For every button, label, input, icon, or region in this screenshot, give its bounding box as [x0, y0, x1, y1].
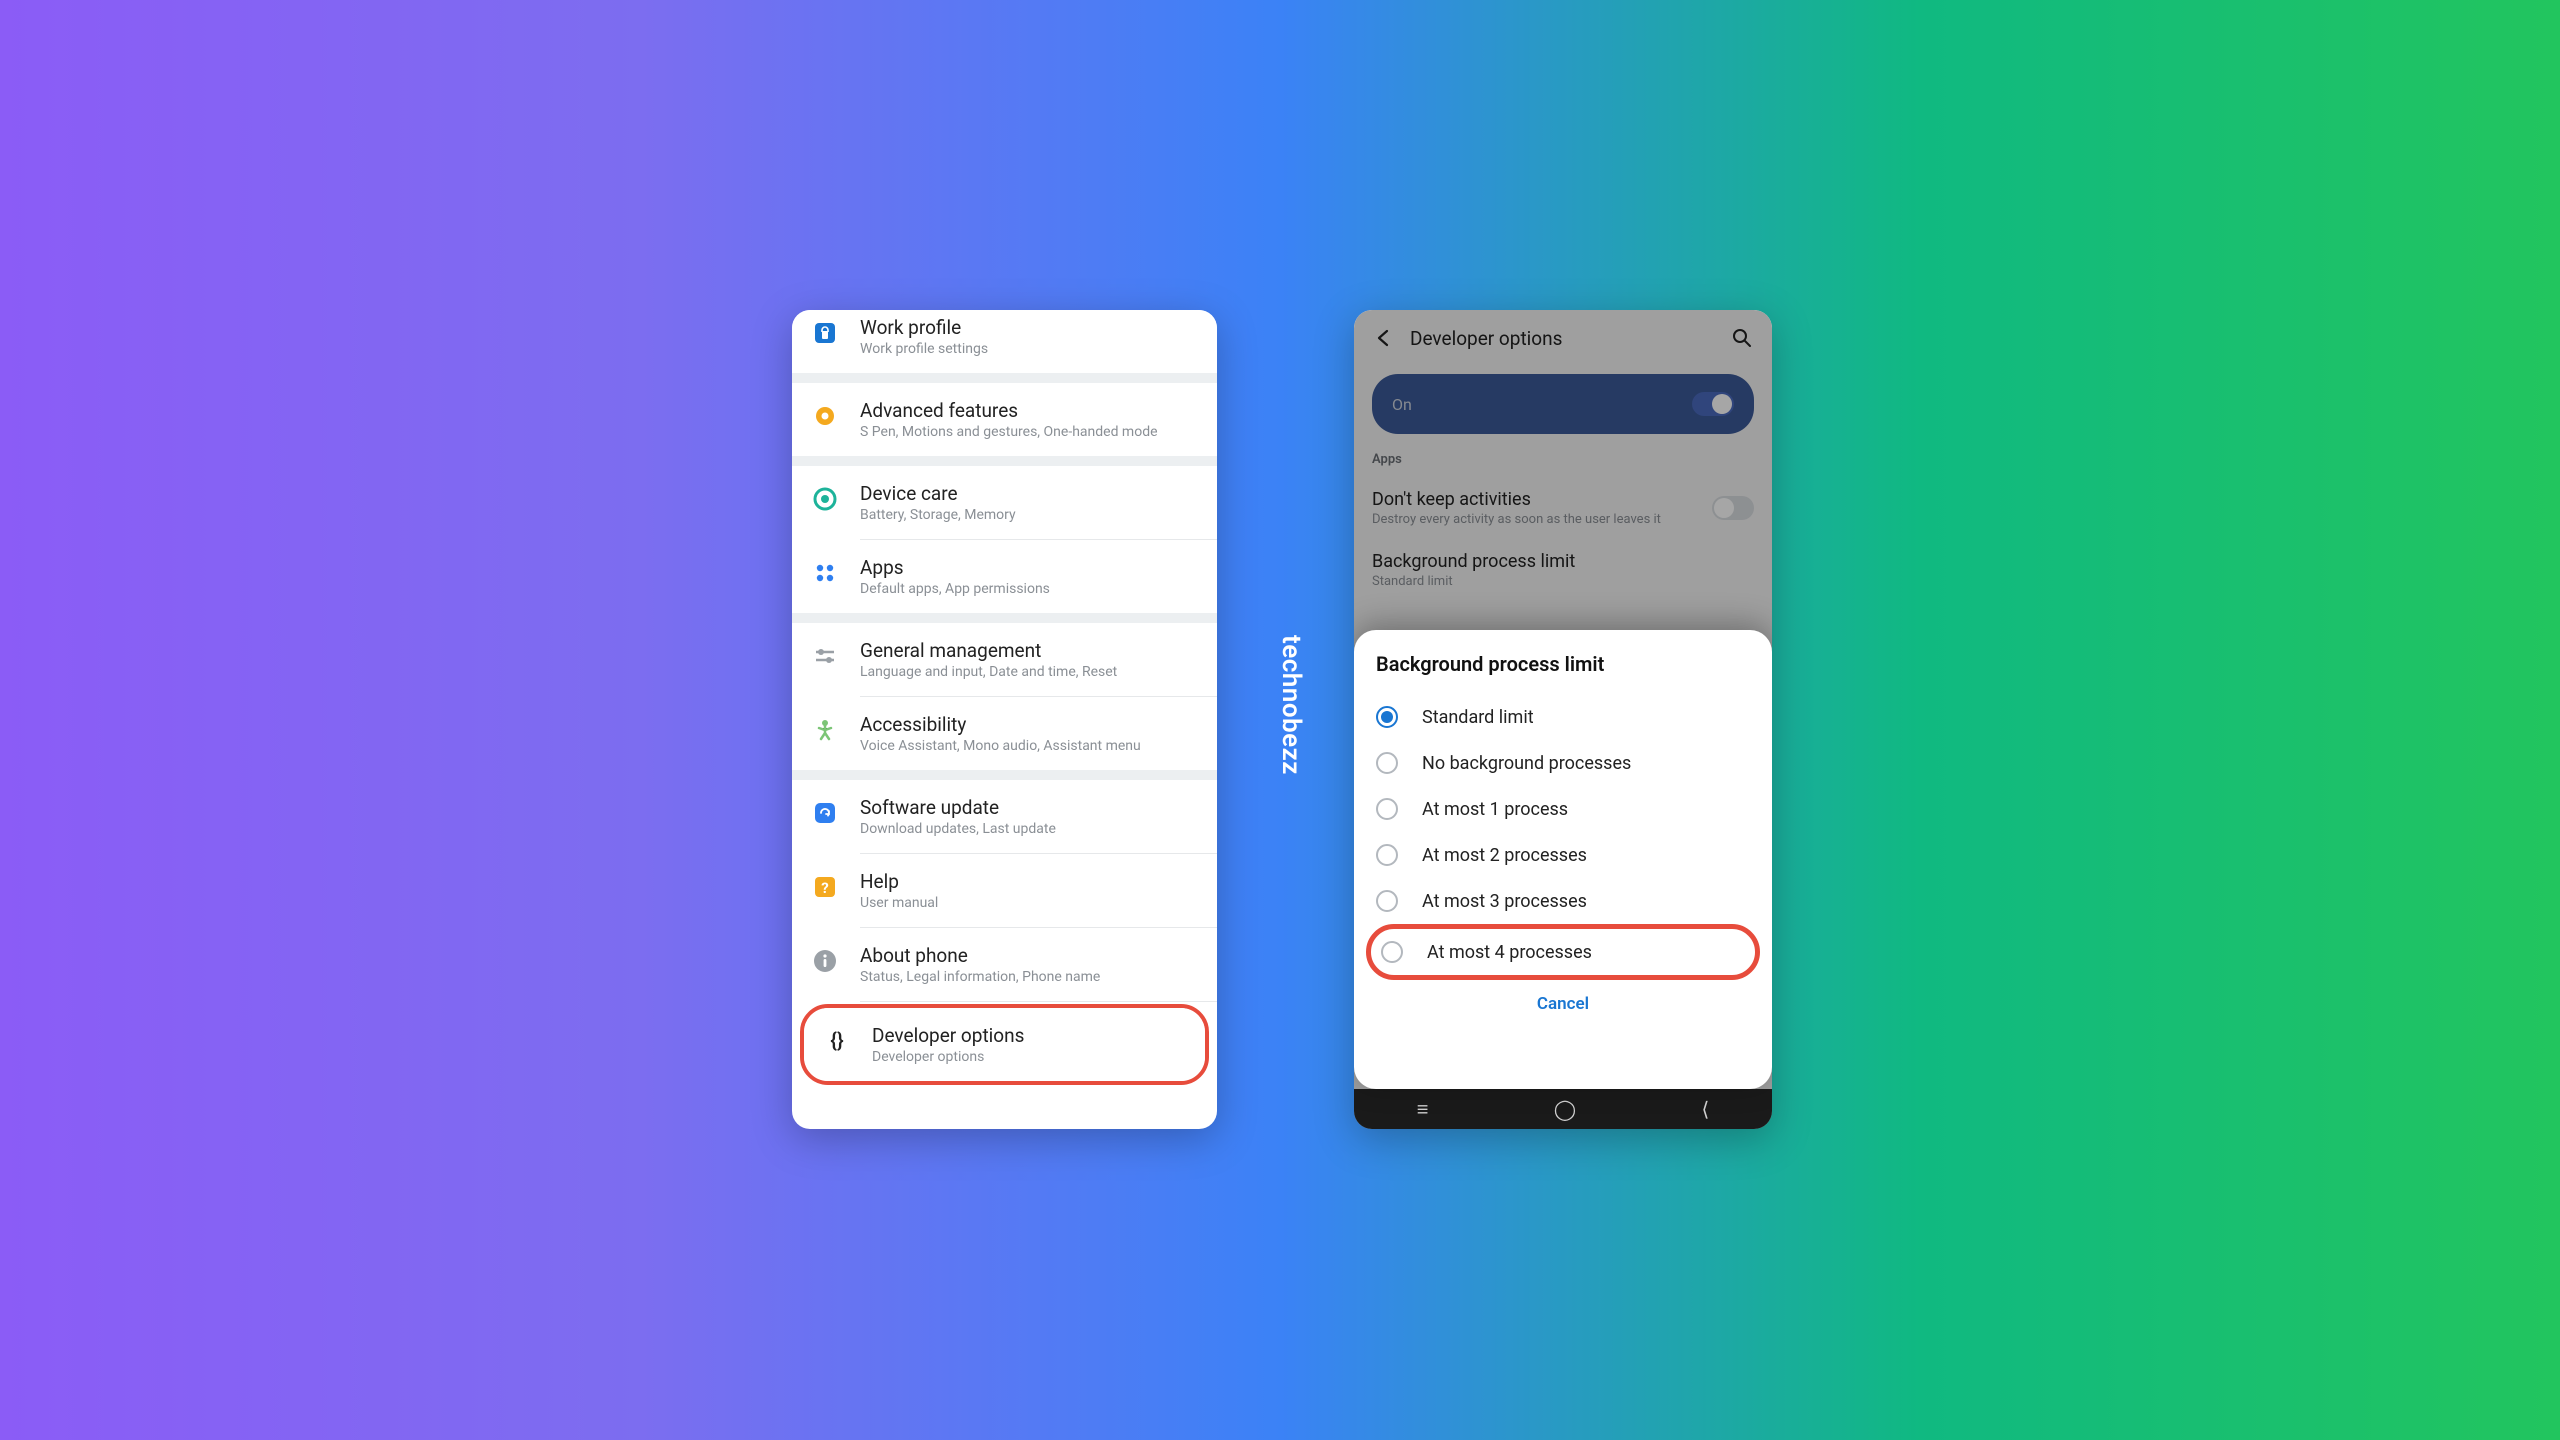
radio-icon [1376, 844, 1398, 866]
ring-icon [810, 484, 840, 514]
row-title: About phone [860, 944, 1199, 967]
dialog-title: Background process limit [1376, 652, 1750, 676]
option-4-processes[interactable]: At most 4 processes [1366, 924, 1760, 980]
home-icon[interactable]: ◯ [1554, 1097, 1576, 1121]
option-2-processes[interactable]: At most 2 processes [1376, 832, 1750, 878]
watermark: technobezz [1276, 635, 1306, 775]
svg-text:?: ? [821, 879, 828, 897]
option-label: At most 2 processes [1422, 845, 1587, 866]
row-title: Device care [860, 482, 1199, 505]
row-title: General management [860, 639, 1199, 662]
radio-icon [1376, 752, 1398, 774]
option-label: At most 3 processes [1422, 891, 1587, 912]
row-work-profile[interactable]: Work profile Work profile settings [792, 310, 1217, 373]
row-general-management[interactable]: General management Language and input, Da… [792, 623, 1217, 696]
option-label: At most 4 processes [1427, 942, 1592, 963]
developer-options-screen: Developer options On Apps Don't keep act… [1354, 310, 1772, 1129]
row-title: Help [860, 870, 1199, 893]
settings-screen: Work profile Work profile settings Advanc… [792, 310, 1217, 1129]
row-developer-options[interactable]: {} Developer options Developer options [804, 1008, 1205, 1081]
row-sub: S Pen, Motions and gestures, One-handed … [860, 424, 1199, 440]
radio-icon [1376, 798, 1398, 820]
row-about-phone[interactable]: About phone Status, Legal information, Ph… [792, 928, 1217, 1001]
row-apps[interactable]: Apps Default apps, App permissions [792, 540, 1217, 613]
row-title: Developer options [872, 1024, 1187, 1047]
option-label: At most 1 process [1422, 799, 1568, 820]
row-title: Work profile [860, 316, 1199, 339]
row-title: Advanced features [860, 399, 1199, 422]
recents-icon[interactable]: ≡ [1417, 1097, 1429, 1122]
row-title: Apps [860, 556, 1199, 579]
lock-icon [810, 318, 840, 348]
gear-icon [810, 401, 840, 431]
row-sub: Status, Legal information, Phone name [860, 969, 1199, 985]
highlight-developer-options: {} Developer options Developer options [800, 1004, 1209, 1085]
row-help[interactable]: ? Help User manual [792, 854, 1217, 927]
row-software-update[interactable]: Software update Download updates, Last up… [792, 780, 1217, 853]
row-device-care[interactable]: Device care Battery, Storage, Memory [792, 466, 1217, 539]
row-sub: Language and input, Date and time, Reset [860, 664, 1199, 680]
svg-text:{}: {} [830, 1028, 844, 1052]
option-label: No background processes [1422, 753, 1631, 774]
option-1-process[interactable]: At most 1 process [1376, 786, 1750, 832]
refresh-icon [810, 798, 840, 828]
sliders-icon [810, 641, 840, 671]
person-icon [810, 715, 840, 745]
back-nav-icon[interactable]: ⟨ [1702, 1097, 1710, 1121]
row-advanced-features[interactable]: Advanced features S Pen, Motions and gest… [792, 383, 1217, 456]
row-sub: Voice Assistant, Mono audio, Assistant m… [860, 738, 1199, 754]
info-icon [810, 946, 840, 976]
row-sub: Download updates, Last update [860, 821, 1199, 837]
cancel-button[interactable]: Cancel [1376, 980, 1750, 1018]
apps-icon [810, 558, 840, 588]
row-sub: User manual [860, 895, 1199, 911]
braces-icon: {} [822, 1026, 852, 1056]
option-standard-limit[interactable]: Standard limit [1376, 694, 1750, 740]
row-sub: Default apps, App permissions [860, 581, 1199, 597]
radio-icon [1376, 890, 1398, 912]
help-icon: ? [810, 872, 840, 902]
bg-limit-dialog: Background process limit Standard limit … [1354, 630, 1772, 1089]
radio-selected-icon [1376, 706, 1398, 728]
row-accessibility[interactable]: Accessibility Voice Assistant, Mono audio… [792, 697, 1217, 770]
row-title: Accessibility [860, 713, 1199, 736]
row-sub: Battery, Storage, Memory [860, 507, 1199, 523]
android-navbar: ≡ ◯ ⟨ [1354, 1089, 1772, 1129]
option-no-bg[interactable]: No background processes [1376, 740, 1750, 786]
option-label: Standard limit [1422, 707, 1534, 728]
row-title: Software update [860, 796, 1199, 819]
radio-icon [1381, 941, 1403, 963]
option-3-processes[interactable]: At most 3 processes [1376, 878, 1750, 924]
row-sub: Developer options [872, 1049, 1187, 1065]
row-sub: Work profile settings [860, 341, 1199, 357]
